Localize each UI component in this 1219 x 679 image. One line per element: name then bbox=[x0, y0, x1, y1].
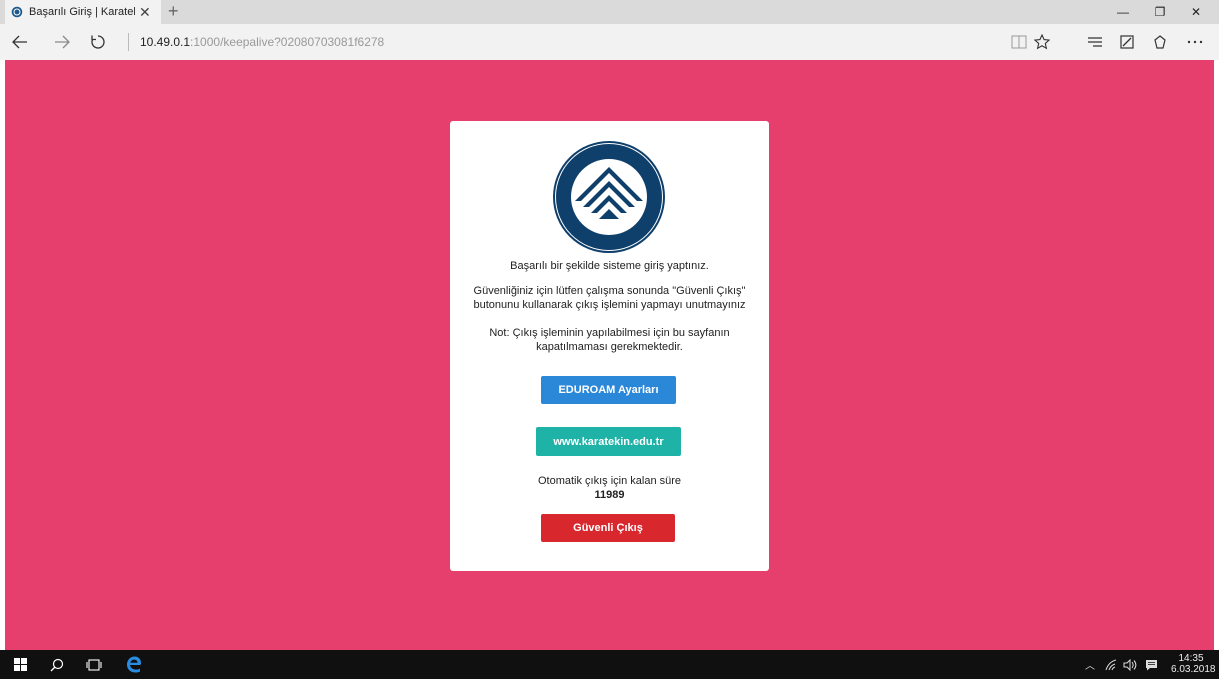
edge-icon bbox=[127, 656, 141, 673]
eduroam-settings-button[interactable]: EDUROAM Ayarları bbox=[541, 376, 676, 404]
page-close-note: Not: Çıkış işleminin yapılabilmesi için … bbox=[450, 326, 769, 354]
chevron-up-icon[interactable]: ︿ bbox=[1085, 657, 1095, 672]
reading-view-button[interactable] bbox=[1007, 24, 1031, 60]
edge-taskbar-button[interactable] bbox=[119, 650, 149, 679]
address-divider bbox=[128, 33, 129, 51]
taskbar: ︿ 14:35 6.03.2018 bbox=[0, 650, 1219, 679]
screen: Başarılı Giriş | Karatekin Ü ✕ + — ❐ ✕ 1… bbox=[0, 0, 1219, 679]
tab-title: Başarılı Giriş | Karatekin Ü bbox=[29, 6, 135, 18]
wifi-icon[interactable] bbox=[1105, 659, 1117, 671]
favorite-button[interactable] bbox=[1030, 24, 1054, 60]
web-note-icon bbox=[1120, 35, 1134, 49]
more-icon bbox=[1187, 40, 1203, 44]
back-arrow-icon bbox=[12, 35, 27, 49]
share-icon bbox=[1154, 35, 1166, 49]
tab-close-icon[interactable]: ✕ bbox=[139, 0, 151, 24]
more-button[interactable] bbox=[1183, 24, 1207, 60]
auto-logout-label: Otomatik çıkış için kalan süre bbox=[537, 475, 682, 487]
star-icon bbox=[1034, 34, 1050, 50]
address-bar[interactable]: 10.49.0.1:1000/keepalive?020807030​81f62… bbox=[140, 24, 384, 60]
security-reminder: Güvenliğiniz için lütfen çalışma sonunda… bbox=[450, 284, 769, 312]
start-button[interactable] bbox=[5, 650, 35, 679]
url-host: 10.49.0.1 bbox=[140, 35, 191, 49]
login-success-card: Başarılı bir şekilde sisteme giriş yaptı… bbox=[450, 121, 769, 571]
share-button[interactable] bbox=[1148, 24, 1172, 60]
note-line-2: kapatılmaması gerekmektedir. bbox=[536, 341, 683, 353]
page-background: Başarılı bir şekilde sisteme giriş yaptı… bbox=[5, 60, 1214, 650]
hub-icon bbox=[1088, 37, 1102, 47]
search-button[interactable] bbox=[42, 650, 72, 679]
forward-arrow-icon bbox=[55, 35, 70, 49]
clock[interactable]: 14:35 6.03.2018 bbox=[1171, 653, 1216, 675]
globe-favicon-icon bbox=[11, 6, 23, 18]
system-tray: ︿ bbox=[1085, 650, 1158, 679]
university-logo bbox=[553, 141, 665, 253]
note-line-1: Not: Çıkış işleminin yapılabilmesi için … bbox=[489, 327, 730, 339]
security-reminder-line-2: butonunu kullanarak çıkış işlemini yapma… bbox=[473, 299, 746, 311]
minimize-button[interactable]: — bbox=[1108, 0, 1138, 24]
forward-button[interactable] bbox=[48, 24, 76, 60]
clock-time: 14:35 bbox=[1178, 653, 1204, 664]
refresh-icon bbox=[91, 35, 105, 49]
windows-logo-icon bbox=[13, 658, 27, 671]
reading-view-icon bbox=[1011, 35, 1027, 49]
close-window-button[interactable]: ✕ bbox=[1181, 0, 1211, 24]
secure-logout-button[interactable]: Güvenli Çıkış bbox=[541, 514, 675, 542]
back-button[interactable] bbox=[6, 24, 34, 60]
tab-strip: Başarılı Giriş | Karatekin Ü ✕ + — ❐ ✕ bbox=[0, 0, 1219, 24]
volume-icon[interactable] bbox=[1123, 658, 1137, 671]
success-message: Başarılı bir şekilde sisteme giriş yaptı… bbox=[510, 260, 709, 272]
hub-button[interactable] bbox=[1083, 24, 1107, 60]
notifications-icon[interactable] bbox=[1145, 659, 1158, 671]
web-note-button[interactable] bbox=[1115, 24, 1139, 60]
auto-logout-countdown: 11989 bbox=[594, 489, 625, 501]
new-tab-button[interactable]: + bbox=[168, 0, 179, 24]
navigation-bar: 10.49.0.1:1000/keepalive?020807030​81f62… bbox=[0, 24, 1219, 60]
restore-button[interactable]: ❐ bbox=[1145, 0, 1175, 24]
website-button[interactable]: www.karatekin.edu.tr bbox=[536, 427, 681, 456]
clock-date: 6.03.2018 bbox=[1171, 664, 1216, 675]
security-reminder-line-1: Güvenliğiniz için lütfen çalışma sonunda… bbox=[473, 285, 746, 297]
browser-tab[interactable]: Başarılı Giriş | Karatekin Ü ✕ bbox=[5, 0, 161, 24]
url-path: :1000/keepalive?020807030​81f6278 bbox=[190, 35, 385, 49]
refresh-button[interactable] bbox=[84, 24, 112, 60]
search-icon bbox=[50, 658, 64, 671]
task-view-button[interactable] bbox=[79, 650, 109, 679]
task-view-icon bbox=[86, 658, 102, 671]
